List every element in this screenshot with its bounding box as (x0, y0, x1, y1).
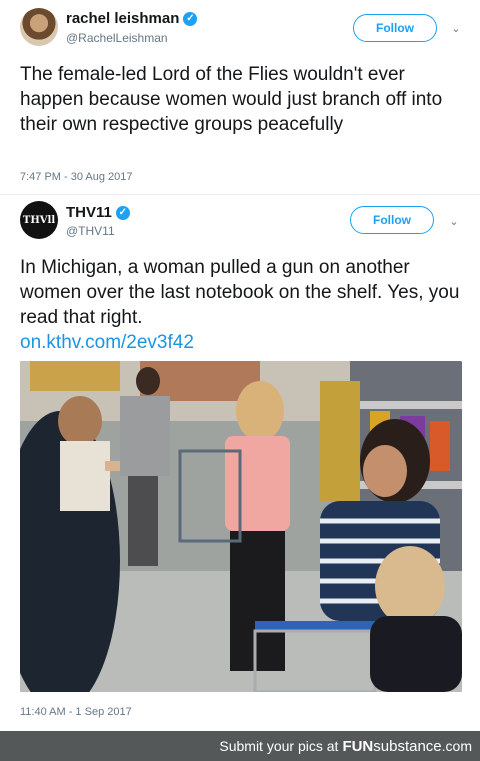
tweet-photo[interactable] (20, 361, 462, 692)
footer-brand-suffix: .com (441, 738, 472, 754)
display-name-text[interactable]: rachel leishman (66, 10, 179, 27)
verified-badge-icon: ✓ (183, 11, 198, 26)
chevron-down-icon[interactable]: ⌄ (447, 214, 461, 228)
display-name[interactable]: rachel leishman ✓ (66, 10, 198, 27)
footer-brand-bold: FUN (342, 737, 374, 755)
user-handle[interactable]: @THV11 (66, 224, 115, 238)
display-name[interactable]: THV11 ✓ (66, 204, 130, 221)
tweet-body: In Michigan, a woman pulled a gun on ano… (20, 257, 460, 328)
tweet-timestamp[interactable]: 7:47 PM - 30 Aug 2017 (20, 171, 133, 183)
display-name-text[interactable]: THV11 (66, 204, 112, 221)
follow-button[interactable]: Follow (353, 14, 437, 42)
tweet-link[interactable]: on.kthv.com/2ev3f42 (20, 330, 460, 355)
divider (0, 194, 480, 195)
verified-badge-icon: ✓ (115, 205, 130, 220)
tweet-text: In Michigan, a woman pulled a gun on ano… (20, 255, 460, 355)
follow-button[interactable]: Follow (350, 206, 434, 234)
avatar-thv11[interactable]: THVll (20, 201, 58, 239)
footer-bar: Submit your pics at FUN substance .com (0, 731, 480, 761)
avatar-logo-text: THVll (22, 214, 56, 226)
tweet-rachel: rachel leishman ✓ @RachelLeishman Follow… (0, 0, 480, 196)
store-scene-image (20, 361, 462, 692)
chevron-down-icon[interactable]: ⌄ (449, 21, 463, 35)
tweet-text: The female-led Lord of the Flies wouldn'… (20, 64, 443, 135)
footer-brand-rest: substance (373, 737, 442, 755)
user-handle[interactable]: @RachelLeishman (66, 31, 168, 45)
tweet-timestamp[interactable]: 11:40 AM - 1 Sep 2017 (20, 706, 132, 718)
footer-prefix: Submit your pics at (219, 738, 339, 754)
avatar-rachel[interactable] (20, 8, 58, 46)
